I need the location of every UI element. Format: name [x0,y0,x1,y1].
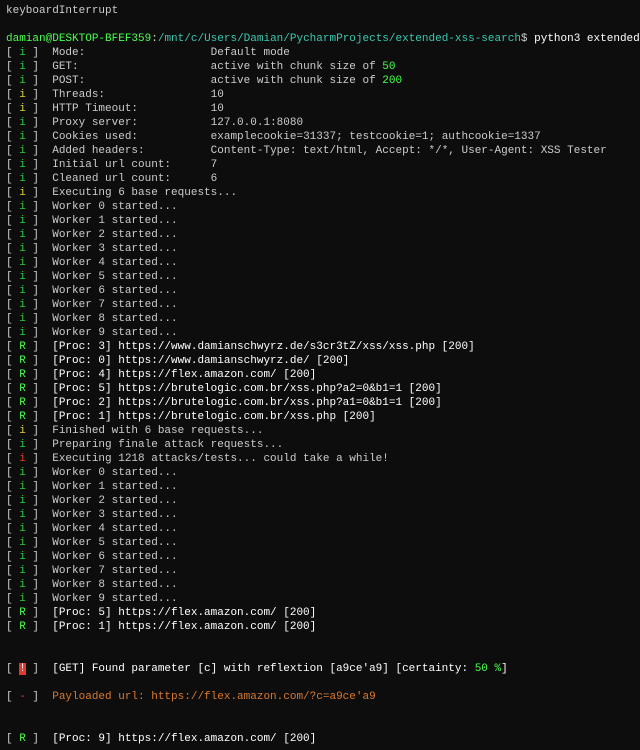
proc-row: [ R ] [Proc: 1] https://brutelogic.com.b… [6,410,634,424]
proc-row: [ R ] [Proc: 1] https://flex.amazon.com/… [6,620,634,634]
worker-row: [ i ] Worker 0 started... [6,200,634,214]
proc-row: [ R ] [Proc: 2] https://brutelogic.com.b… [6,396,634,410]
worker-row: [ i ] Worker 6 started... [6,284,634,298]
blank-line-2 [6,704,634,718]
proc-final: [ R ] [Proc: 9] https://flex.amazon.com/… [6,718,634,746]
prompt-host: DESKTOP-BFEF359 [52,33,151,45]
payload-text: Payloaded url: https://flex.amazon.com/?… [39,691,376,703]
proc-row: [ R ] [Proc: 4] https://flex.amazon.com/… [6,368,634,382]
prepare-attack: [ i ] Preparing finale attack requests..… [6,438,634,452]
hit-bang: ! [19,663,26,675]
setting-row: [ i ] Threads: 10 [6,88,634,102]
setting-row: [ i ] Cookies used: examplecookie=31337;… [6,130,634,144]
worker-row: [ i ] Worker 4 started... [6,522,634,536]
blank-line [6,634,634,648]
worker-row: [ i ] Worker 8 started... [6,312,634,326]
settings-block: [ i ] Mode: Default mode[ i ] GET: activ… [6,46,634,186]
worker-row: [ i ] Worker 0 started... [6,466,634,480]
workers-block-1: [ i ] Worker 0 started...[ i ] Worker 1 … [6,200,634,340]
worker-row: [ i ] Worker 2 started... [6,228,634,242]
hit-post: ] [501,663,508,675]
setting-row: [ i ] Added headers: Content-Type: text/… [6,144,634,158]
worker-row: [ i ] Worker 1 started... [6,214,634,228]
hit-line: [ ! ] [GET] Found parameter [c] with ref… [6,648,634,676]
setting-row: [ i ] Mode: Default mode [6,46,634,60]
worker-row: [ i ] Worker 5 started... [6,536,634,550]
worker-row: [ i ] Worker 7 started... [6,564,634,578]
prompt-colon: : [151,33,158,45]
kb-interrupt: keyboardInterrupt [6,4,634,18]
proc-row: [ R ] [Proc: 5] https://brutelogic.com.b… [6,382,634,396]
payload-tag: - [19,691,26,703]
prompt-user: damian [6,33,46,45]
worker-row: [ i ] Worker 5 started... [6,270,634,284]
worker-row: [ i ] Worker 9 started... [6,592,634,606]
setting-row: [ i ] Proxy server: 127.0.0.1:8080 [6,116,634,130]
setting-row: [ i ] GET: active with chunk size of 50 [6,60,634,74]
proc-final-text: [Proc: 9] https://flex.amazon.com/ [200] [52,733,316,745]
setting-row: [ i ] Initial url count: 7 [6,158,634,172]
prompt-path: /mnt/c/Users/Damian/PycharmProjects/exte… [158,33,521,45]
prompt-cmd: python3 extended-xss-search.py [534,33,640,45]
setting-row: [ i ] Cleaned url count: 6 [6,172,634,186]
worker-row: [ i ] Worker 3 started... [6,508,634,522]
prompt-dollar: $ [521,33,534,45]
hit-pre: [GET] Found parameter [c] with reflextio… [39,663,475,675]
setting-row: [ i ] POST: active with chunk size of 20… [6,74,634,88]
proc-block-2: [ R ] [Proc: 5] https://flex.amazon.com/… [6,606,634,634]
worker-row: [ i ] Worker 7 started... [6,298,634,312]
hit-pct: 50 % [475,663,501,675]
payload-line: [ - ] Payloaded url: https://flex.amazon… [6,676,634,704]
proc-row: [ R ] [Proc: 3] https://www.damianschwyr… [6,340,634,354]
proc-row: [ R ] [Proc: 5] https://flex.amazon.com/… [6,606,634,620]
worker-row: [ i ] Worker 3 started... [6,242,634,256]
setting-row: [ i ] HTTP Timeout: 10 [6,102,634,116]
proc-block-1: [ R ] [Proc: 3] https://www.damianschwyr… [6,340,634,424]
workers-block-2: [ i ] Worker 0 started...[ i ] Worker 1 … [6,466,634,606]
worker-row: [ i ] Worker 1 started... [6,480,634,494]
worker-row: [ i ] Worker 4 started... [6,256,634,270]
worker-row: [ i ] Worker 6 started... [6,550,634,564]
finished-base: [ i ] Finished with 6 base requests... [6,424,634,438]
worker-row: [ i ] Worker 2 started... [6,494,634,508]
exec-attack: [ i ] Executing 1218 attacks/tests... co… [6,452,634,466]
exec-base: [ i ] Executing 6 base requests... [6,186,634,200]
worker-row: [ i ] Worker 9 started... [6,326,634,340]
proc-row: [ R ] [Proc: 0] https://www.damianschwyr… [6,354,634,368]
worker-row: [ i ] Worker 8 started... [6,578,634,592]
shell-prompt[interactable]: damian@DESKTOP-BFEF359:/mnt/c/Users/Dami… [6,18,634,46]
